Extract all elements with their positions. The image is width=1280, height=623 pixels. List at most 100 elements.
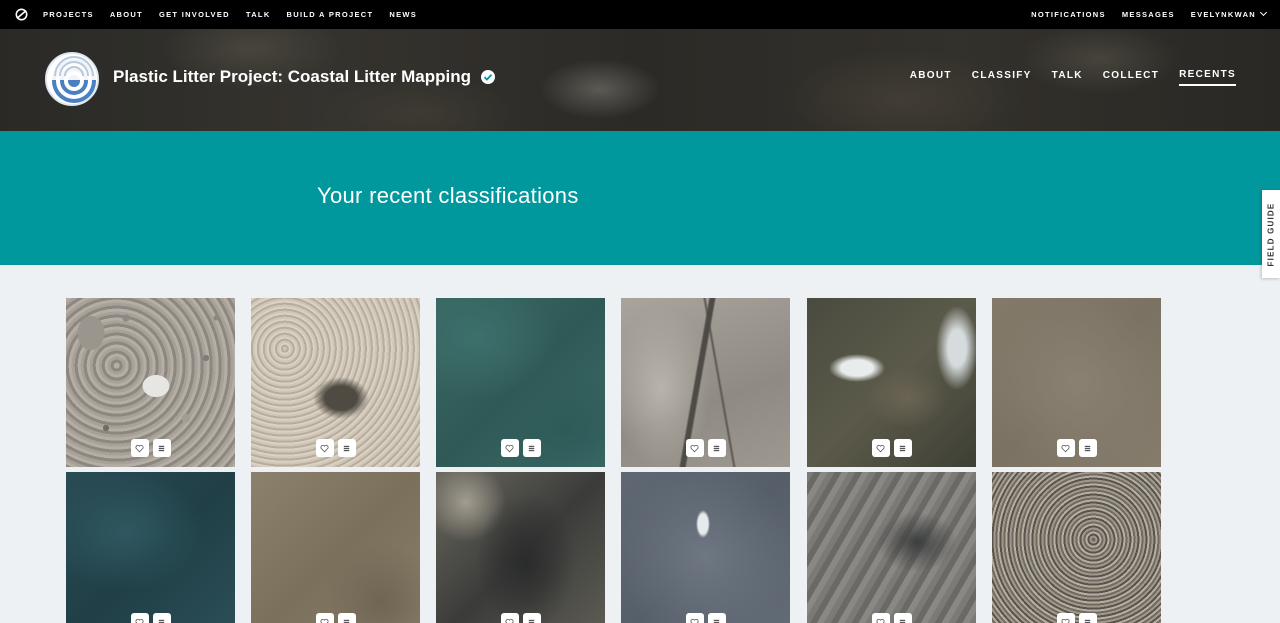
verified-badge-icon [481, 70, 496, 84]
heart-icon [505, 618, 514, 623]
nav-messages[interactable]: Messages [1122, 10, 1175, 19]
favorite-button[interactable] [130, 613, 149, 623]
project-nav-collect[interactable]: COLLECT [1103, 70, 1159, 85]
favorite-button[interactable] [685, 439, 704, 457]
nav-news[interactable]: News [389, 10, 417, 19]
favorite-button[interactable] [500, 613, 519, 623]
collect-button[interactable] [1078, 439, 1097, 457]
list-icon [158, 445, 165, 451]
recents-banner: Your recent classifications [0, 131, 1280, 265]
subject-image[interactable] [621, 472, 790, 623]
favorite-button[interactable] [871, 439, 890, 457]
chevron-down-icon [1259, 8, 1268, 17]
heart-icon [320, 618, 329, 623]
heart-icon [876, 444, 885, 452]
nav-talk[interactable]: Talk [246, 10, 271, 19]
favorite-button[interactable] [1056, 439, 1075, 457]
heart-icon [690, 444, 699, 452]
subject-image[interactable] [992, 472, 1161, 623]
list-icon [158, 619, 165, 623]
site-topbar: Projects About Get Involved Talk Build a… [0, 0, 1280, 29]
collect-button[interactable] [707, 613, 726, 623]
field-guide-label: FIELD GUIDE [1266, 202, 1276, 266]
collect-button[interactable] [707, 439, 726, 457]
project-nav-recents[interactable]: RECENTS [1179, 69, 1236, 86]
nav-notifications[interactable]: Notifications [1031, 10, 1106, 19]
heart-icon [320, 444, 329, 452]
list-icon [899, 445, 906, 451]
list-icon [528, 445, 535, 451]
heart-icon [135, 618, 144, 623]
nav-build-project[interactable]: Build a Project [287, 10, 374, 19]
user-menu[interactable]: EVELYNKWAN [1190, 8, 1268, 19]
collect-button[interactable] [1078, 613, 1097, 623]
project-nav-about[interactable]: ABOUT [910, 70, 952, 85]
nav-get-involved[interactable]: Get Involved [159, 10, 230, 19]
site-nav: Projects About Get Involved Talk Build a… [43, 0, 433, 29]
collect-button[interactable] [522, 439, 541, 457]
subject-actions [1056, 613, 1097, 623]
recent-subject[interactable] [807, 298, 976, 467]
subject-actions [871, 613, 912, 623]
subject-actions [315, 613, 356, 623]
subject-actions [685, 613, 726, 623]
favorite-button[interactable] [315, 439, 334, 457]
list-icon [343, 619, 350, 623]
subject-actions [871, 439, 912, 457]
collect-button[interactable] [893, 613, 912, 623]
favorite-button[interactable] [685, 613, 704, 623]
subject-image[interactable] [66, 472, 235, 623]
project-nav-classify[interactable]: CLASSIFY [972, 70, 1032, 85]
subject-actions [500, 439, 541, 457]
username: EVELYNKWAN [1190, 10, 1256, 19]
project-title-wrap: Plastic Litter Project: Coastal Litter M… [113, 67, 496, 87]
favorite-button[interactable] [130, 439, 149, 457]
subject-actions [130, 439, 171, 457]
recent-subject[interactable] [621, 472, 790, 623]
collect-button[interactable] [152, 613, 171, 623]
recent-subject[interactable] [807, 472, 976, 623]
project-nav: ABOUT CLASSIFY TALK COLLECT RECENTS [890, 69, 1236, 86]
subject-actions [130, 613, 171, 623]
heart-icon [876, 618, 885, 623]
project-nav-talk[interactable]: TALK [1052, 70, 1083, 85]
collect-button[interactable] [337, 613, 356, 623]
recent-subject[interactable] [621, 298, 790, 467]
recent-subject[interactable] [251, 298, 420, 467]
recent-subject[interactable] [992, 472, 1161, 623]
project-title[interactable]: Plastic Litter Project: Coastal Litter M… [113, 67, 471, 87]
subject-image[interactable] [251, 472, 420, 623]
recent-subject[interactable] [436, 298, 605, 467]
user-nav: Notifications Messages EVELYNKWAN [1015, 0, 1268, 29]
zooniverse-logo-icon[interactable] [15, 8, 28, 21]
recent-subject[interactable] [66, 298, 235, 467]
recent-subject[interactable] [436, 472, 605, 623]
heart-icon [1061, 618, 1070, 623]
collect-button[interactable] [337, 439, 356, 457]
heart-icon [505, 444, 514, 452]
project-avatar[interactable] [45, 52, 99, 106]
collect-button[interactable] [522, 613, 541, 623]
nav-projects[interactable]: Projects [43, 10, 94, 19]
favorite-button[interactable] [315, 613, 334, 623]
subject-image[interactable] [436, 472, 605, 623]
favorite-button[interactable] [871, 613, 890, 623]
subject-image[interactable] [807, 472, 976, 623]
recent-subject[interactable] [992, 298, 1161, 467]
collect-button[interactable] [152, 439, 171, 457]
list-icon [713, 619, 720, 623]
recent-subject[interactable] [66, 472, 235, 623]
favorite-button[interactable] [1056, 613, 1075, 623]
page-title: Your recent classifications [317, 183, 579, 208]
heart-icon [135, 444, 144, 452]
heart-icon [1061, 444, 1070, 452]
field-guide-tab[interactable]: FIELD GUIDE [1262, 190, 1280, 278]
favorite-button[interactable] [500, 439, 519, 457]
subject-actions [500, 613, 541, 623]
collect-button[interactable] [893, 439, 912, 457]
recent-subject[interactable] [251, 472, 420, 623]
list-icon [713, 445, 720, 451]
list-icon [1084, 619, 1091, 623]
subject-actions [685, 439, 726, 457]
nav-about[interactable]: About [110, 10, 143, 19]
